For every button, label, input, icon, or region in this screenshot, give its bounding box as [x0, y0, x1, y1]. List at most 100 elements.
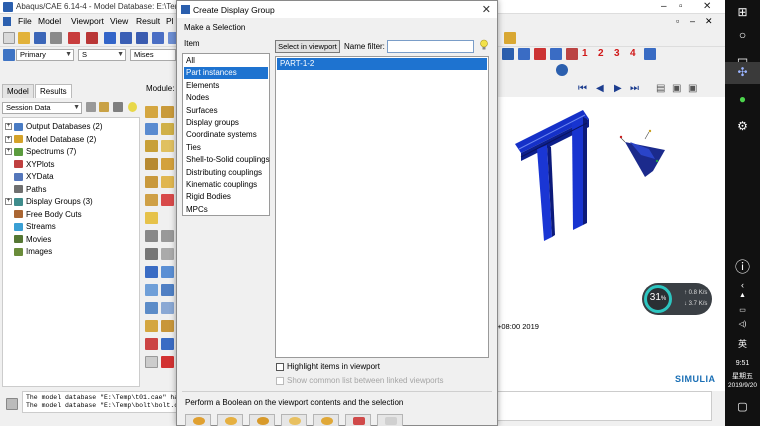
rotate-icon[interactable] [120, 32, 132, 44]
item-list-option[interactable]: Kinematic couplings [184, 179, 268, 191]
mdi-minimize-icon[interactable]: – [690, 16, 695, 26]
menu-view[interactable]: View [110, 16, 128, 26]
boolean-xor-button[interactable] [313, 414, 339, 426]
menu-file[interactable]: File [18, 16, 32, 26]
mdi-restore-icon[interactable]: ▫ [676, 16, 679, 26]
item-list-option[interactable]: Display groups [184, 117, 268, 129]
item-list-option[interactable]: Part instances [184, 67, 268, 80]
item-list-option[interactable]: Elements [184, 80, 268, 92]
replace-selected-icon[interactable] [145, 302, 158, 314]
notification-icon[interactable]: ▢ [725, 400, 760, 413]
close-icon[interactable]: ✕ [703, 1, 711, 12]
highlight-bulb-icon[interactable] [128, 102, 137, 112]
plot-allow-multiple-icon[interactable] [161, 140, 174, 152]
common-options-icon[interactable] [145, 320, 158, 332]
new-icon[interactable] [3, 32, 15, 44]
tree-item[interactable]: + Output Databases (2) [5, 121, 102, 133]
remove-selected-icon[interactable] [161, 302, 174, 314]
probe-values-icon[interactable] [145, 248, 158, 260]
animate-options-icon[interactable] [161, 176, 174, 188]
item-list-option[interactable]: Coordinate systems [184, 129, 268, 141]
select-in-viewport-button[interactable]: Select in viewport [275, 40, 340, 53]
boolean-remove-button[interactable] [281, 414, 307, 426]
mdi-close-icon[interactable]: ✕ [705, 16, 713, 27]
open-icon[interactable] [18, 32, 30, 44]
item-list-option[interactable]: Surfaces [184, 105, 268, 117]
superimpose-options-icon[interactable] [161, 320, 174, 332]
menu-plot[interactable]: Pl [166, 16, 174, 26]
item-list-option[interactable]: Nodes [184, 92, 268, 104]
expand-icon[interactable]: + [5, 123, 12, 131]
animate-time-icon[interactable] [161, 158, 174, 170]
view-cut-manager-icon[interactable] [161, 266, 174, 278]
result-options-icon[interactable] [161, 338, 174, 350]
wechat-icon[interactable]: ● [725, 92, 760, 106]
item-list-option[interactable]: All [184, 55, 268, 67]
filter-bulb-icon[interactable] [479, 39, 489, 51]
menu-model[interactable]: Model [38, 16, 61, 26]
create-xy-icon[interactable] [145, 212, 158, 224]
tab-model[interactable]: Model [2, 84, 34, 98]
item-list-option[interactable]: Shell-to-Solid couplings [184, 154, 270, 166]
settings-gear-icon[interactable]: ⚙ [725, 119, 760, 133]
clear-icon[interactable] [145, 356, 158, 368]
tray-app-icon[interactable]: ▲ [725, 292, 760, 299]
view-back-icon[interactable] [518, 48, 530, 60]
plot-symbols-icon[interactable] [161, 123, 174, 135]
windows-start-icon[interactable]: ⊞ [725, 5, 760, 19]
previous-frame-icon[interactable]: ◀ [596, 83, 604, 94]
zoom-icon[interactable] [152, 32, 164, 44]
expand-icon[interactable]: + [5, 135, 12, 143]
component-combo[interactable]: S ▼ [78, 49, 126, 61]
expand-icon[interactable]: + [5, 148, 12, 156]
session-combo[interactable]: Session Data ▼ [2, 102, 82, 114]
tree-item[interactable]: Movies [5, 234, 51, 246]
view-2-button[interactable]: 2 [598, 48, 604, 59]
minimize-icon[interactable]: – [661, 1, 667, 12]
view-bottom-icon[interactable] [550, 48, 562, 60]
render-style-icon[interactable] [504, 32, 516, 44]
filter-icon[interactable] [86, 102, 96, 112]
boolean-intersect-button[interactable] [249, 414, 275, 426]
view-top-icon[interactable] [534, 48, 546, 60]
invariant-combo[interactable]: Mises [130, 49, 176, 61]
tree-item[interactable]: Paths [5, 184, 46, 196]
save-icon[interactable] [34, 32, 46, 44]
magnify-icon[interactable] [136, 32, 148, 44]
dialog-close-icon[interactable]: ✕ [482, 3, 491, 16]
view-iso-2-icon[interactable] [644, 48, 656, 60]
plot-contours-icon[interactable] [145, 123, 158, 135]
highlight-checkbox[interactable] [276, 363, 284, 371]
name-filter-input[interactable] [387, 40, 474, 53]
animate-harmonic-icon[interactable] [145, 176, 158, 188]
boolean-replace-button[interactable] [185, 414, 211, 426]
viewport[interactable] [497, 97, 725, 391]
plot-undeformed-icon[interactable] [145, 106, 158, 118]
camera-icon[interactable]: ▣ [688, 83, 697, 94]
tree-item[interactable]: XYData [5, 171, 54, 183]
network-icon[interactable]: ▭ [725, 306, 760, 314]
tree-item[interactable]: + Model Database (2) [5, 134, 96, 146]
restore-icon[interactable]: ▫ [679, 1, 683, 12]
message-area-icon[interactable] [6, 398, 18, 410]
menu-result[interactable]: Result [136, 16, 160, 26]
field-output-icon[interactable] [3, 49, 15, 61]
report-xy-icon[interactable] [161, 230, 174, 242]
tree-item[interactable]: Free Body Cuts [5, 209, 82, 221]
menu-viewport[interactable]: Viewport [71, 16, 104, 26]
list-item[interactable]: PART-1-2 [277, 58, 487, 70]
clock-time[interactable]: 9:51 [725, 360, 760, 367]
delete-icon[interactable] [161, 356, 174, 368]
print-icon[interactable] [50, 32, 62, 44]
first-frame-icon[interactable]: ⏮ [578, 83, 587, 94]
tray-expand-icon[interactable]: ‹ [725, 280, 760, 290]
tree-options-icon[interactable] [113, 102, 123, 112]
view-1-button[interactable]: 1 [582, 48, 588, 59]
next-frame-icon[interactable]: ▶ [614, 83, 622, 94]
ime-indicator[interactable]: 英 [725, 337, 760, 350]
expand-icon[interactable]: + [5, 198, 12, 206]
tree-item[interactable]: Streams [5, 221, 56, 233]
last-frame-icon[interactable]: ⏭ [630, 83, 639, 94]
tree-item[interactable]: XYPlots [5, 159, 54, 171]
plot-material-icon[interactable] [145, 140, 158, 152]
